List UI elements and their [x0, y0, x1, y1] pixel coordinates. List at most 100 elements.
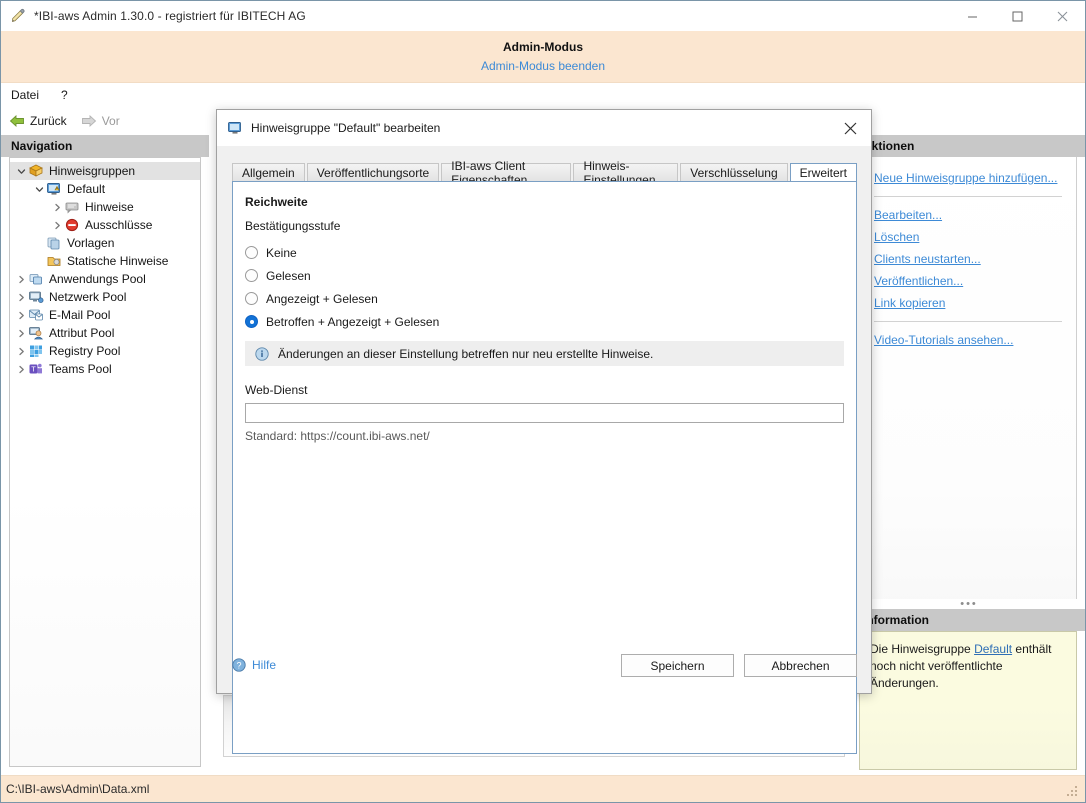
- forward-label: Vor: [102, 114, 120, 128]
- tab-hinweis-einstellungen[interactable]: Hinweis-Einstellungen: [573, 163, 678, 182]
- sidebar-item-hinweise[interactable]: Hinweise: [10, 198, 200, 216]
- action-link-neue-hinweisgruppe-hinzuf-gen[interactable]: Neue Hinweisgruppe hinzufügen...: [860, 167, 1076, 189]
- radio-button[interactable]: [245, 315, 258, 328]
- apps-icon: [28, 271, 44, 287]
- chevron-right-icon[interactable]: [14, 329, 28, 338]
- teams-icon: T: [28, 361, 44, 377]
- sidebar-item-teams-pool[interactable]: TTeams Pool: [10, 360, 200, 378]
- maximize-icon[interactable]: [995, 1, 1040, 31]
- chevron-right-icon[interactable]: [50, 221, 64, 230]
- action-link-video-tutorials-ansehen[interactable]: Video-Tutorials ansehen...: [860, 329, 1076, 351]
- menu-bar: Datei ?: [1, 83, 1085, 107]
- sidebar-item-netzwerk-pool[interactable]: Netzwerk Pool: [10, 288, 200, 306]
- action-separator: [874, 321, 1062, 322]
- sidebar-item-ausschl-sse[interactable]: Ausschlüsse: [10, 216, 200, 234]
- chevron-right-icon[interactable]: [50, 203, 64, 212]
- action-link-link-kopieren[interactable]: Link kopieren: [860, 292, 1076, 314]
- forward-button[interactable]: Vor: [81, 114, 120, 128]
- sidebar-item-statische-hinweise[interactable]: Statische Hinweise: [10, 252, 200, 270]
- sidebar-item-registry-pool[interactable]: Registry Pool: [10, 342, 200, 360]
- block-icon: [64, 217, 80, 233]
- status-path: C:\IBI-aws\Admin\Data.xml: [6, 782, 149, 796]
- sidebar-item-attribut-pool[interactable]: Attribut Pool: [10, 324, 200, 342]
- action-link-ver-ffentlichen[interactable]: Veröffentlichen...: [860, 270, 1076, 292]
- monitor-icon: [46, 181, 62, 197]
- action-link-bearbeiten[interactable]: Bearbeiten...: [860, 204, 1076, 226]
- chevron-right-icon[interactable]: [14, 275, 28, 284]
- title-bar: *IBI-aws Admin 1.30.0 - registriert für …: [1, 1, 1085, 31]
- information-message: Die Hinweisgruppe Default enthält noch n…: [859, 631, 1077, 770]
- sidebar-item-hinweisgruppen[interactable]: Hinweisgruppen: [10, 162, 200, 180]
- sidebar-item-label: Ausschlüsse: [85, 218, 152, 232]
- info-icon: [255, 347, 269, 361]
- dialog-close-icon[interactable]: [829, 110, 871, 146]
- sidebar-item-label: Statische Hinweise: [67, 254, 168, 268]
- sidebar-item-label: Vorlagen: [67, 236, 114, 250]
- chevron-right-icon[interactable]: [14, 311, 28, 320]
- menu-item-datei[interactable]: Datei: [11, 88, 39, 102]
- chevron-right-icon[interactable]: [14, 293, 28, 302]
- tab-ver-ffentlichungsorte[interactable]: Veröffentlichungsorte: [307, 163, 440, 182]
- radio-option-betroffen-angezeigt-gelesen[interactable]: Betroffen + Angezeigt + Gelesen: [245, 310, 844, 333]
- tab-verschl-sselung[interactable]: Verschlüsselung: [680, 163, 787, 182]
- info-bar: Änderungen an dieser Einstellung betreff…: [245, 341, 844, 366]
- label-web-dienst: Web-Dienst: [245, 383, 844, 397]
- sidebar-item-vorlagen[interactable]: Vorlagen: [10, 234, 200, 252]
- static-icon: [46, 253, 62, 269]
- radio-button[interactable]: [245, 246, 258, 259]
- resize-grip-icon[interactable]: [1067, 786, 1079, 798]
- user-icon: [28, 325, 44, 341]
- navigation-toolbar: Zurück Vor: [1, 107, 209, 135]
- dialog-tab-strip: AllgemeinVeröffentlichungsorteIBI-aws Cl…: [232, 163, 857, 182]
- tab-allgemein[interactable]: Allgemein: [232, 163, 305, 182]
- sidebar-item-label: Attribut Pool: [49, 326, 114, 340]
- status-bar: C:\IBI-aws\Admin\Data.xml: [1, 775, 1085, 802]
- close-icon[interactable]: [1040, 1, 1085, 31]
- svg-text:?: ?: [236, 660, 241, 670]
- chevron-right-icon[interactable]: [14, 347, 28, 356]
- action-link-clients-neustarten[interactable]: Clients neustarten...: [860, 248, 1076, 270]
- radio-option-angezeigt-gelesen[interactable]: Angezeigt + Gelesen: [245, 287, 844, 310]
- back-button[interactable]: Zurück: [9, 114, 67, 128]
- sidebar-item-anwendungs-pool[interactable]: Anwendungs Pool: [10, 270, 200, 288]
- help-link[interactable]: ? Hilfe: [232, 658, 276, 672]
- panel-resize-grip[interactable]: •••: [853, 599, 1085, 609]
- navigation-tree[interactable]: HinweisgruppenDefault Hinweise Ausschlüsse…: [9, 157, 201, 767]
- radio-option-gelesen[interactable]: Gelesen: [245, 264, 844, 287]
- admin-mode-banner: Admin-Modus Admin-Modus beenden: [1, 31, 1085, 83]
- menu-item-help[interactable]: ?: [61, 88, 68, 102]
- radio-option-keine[interactable]: Keine: [245, 241, 844, 264]
- admin-mode-exit-link[interactable]: Admin-Modus beenden: [481, 59, 605, 73]
- tab-erweitert[interactable]: Erweitert: [790, 163, 857, 182]
- chevron-down-icon[interactable]: [32, 185, 46, 194]
- chevron-right-icon[interactable]: [14, 365, 28, 374]
- note-icon: [64, 199, 80, 215]
- tab-ibi-aws-client-eigenschaften[interactable]: IBI-aws Client Eigenschaften: [441, 163, 571, 182]
- web-service-input[interactable]: [245, 403, 844, 423]
- sidebar-item-e-mail-pool[interactable]: E-Mail Pool: [10, 306, 200, 324]
- sidebar-header: Navigation: [1, 135, 209, 157]
- sidebar-item-label: Netzwerk Pool: [49, 290, 126, 304]
- dialog-title: Hinweisgruppe "Default" bearbeiten: [251, 121, 440, 135]
- save-button[interactable]: Speichern: [621, 654, 734, 677]
- radio-button[interactable]: [245, 292, 258, 305]
- sidebar-item-default[interactable]: Default: [10, 180, 200, 198]
- sidebar-item-label: E-Mail Pool: [49, 308, 110, 322]
- confirmation-level-radio-group: KeineGelesenAngezeigt + GelesenBetroffen…: [245, 241, 844, 333]
- chevron-down-icon[interactable]: [14, 167, 28, 176]
- web-service-hint: Standard: https://count.ibi-aws.net/: [245, 429, 844, 443]
- dialog-button-group: Speichern Abbrechen: [611, 654, 857, 677]
- information-panel: ••• Information Die Hinweisgruppe Defaul…: [853, 599, 1085, 775]
- monitor-icon: [227, 120, 243, 136]
- information-header: Information: [853, 609, 1085, 631]
- actions-header: Aktionen: [853, 135, 1085, 157]
- information-link[interactable]: Default: [974, 642, 1012, 656]
- minimize-icon[interactable]: [950, 1, 995, 31]
- sidebar-item-label: Hinweise: [85, 200, 134, 214]
- cancel-button[interactable]: Abbrechen: [744, 654, 857, 677]
- information-text-before: Die Hinweisgruppe: [870, 642, 974, 656]
- dialog-footer: ? Hilfe Speichern Abbrechen: [217, 643, 871, 693]
- radio-button[interactable]: [245, 269, 258, 282]
- mail-icon: [28, 307, 44, 323]
- action-link-l-schen[interactable]: Löschen: [860, 226, 1076, 248]
